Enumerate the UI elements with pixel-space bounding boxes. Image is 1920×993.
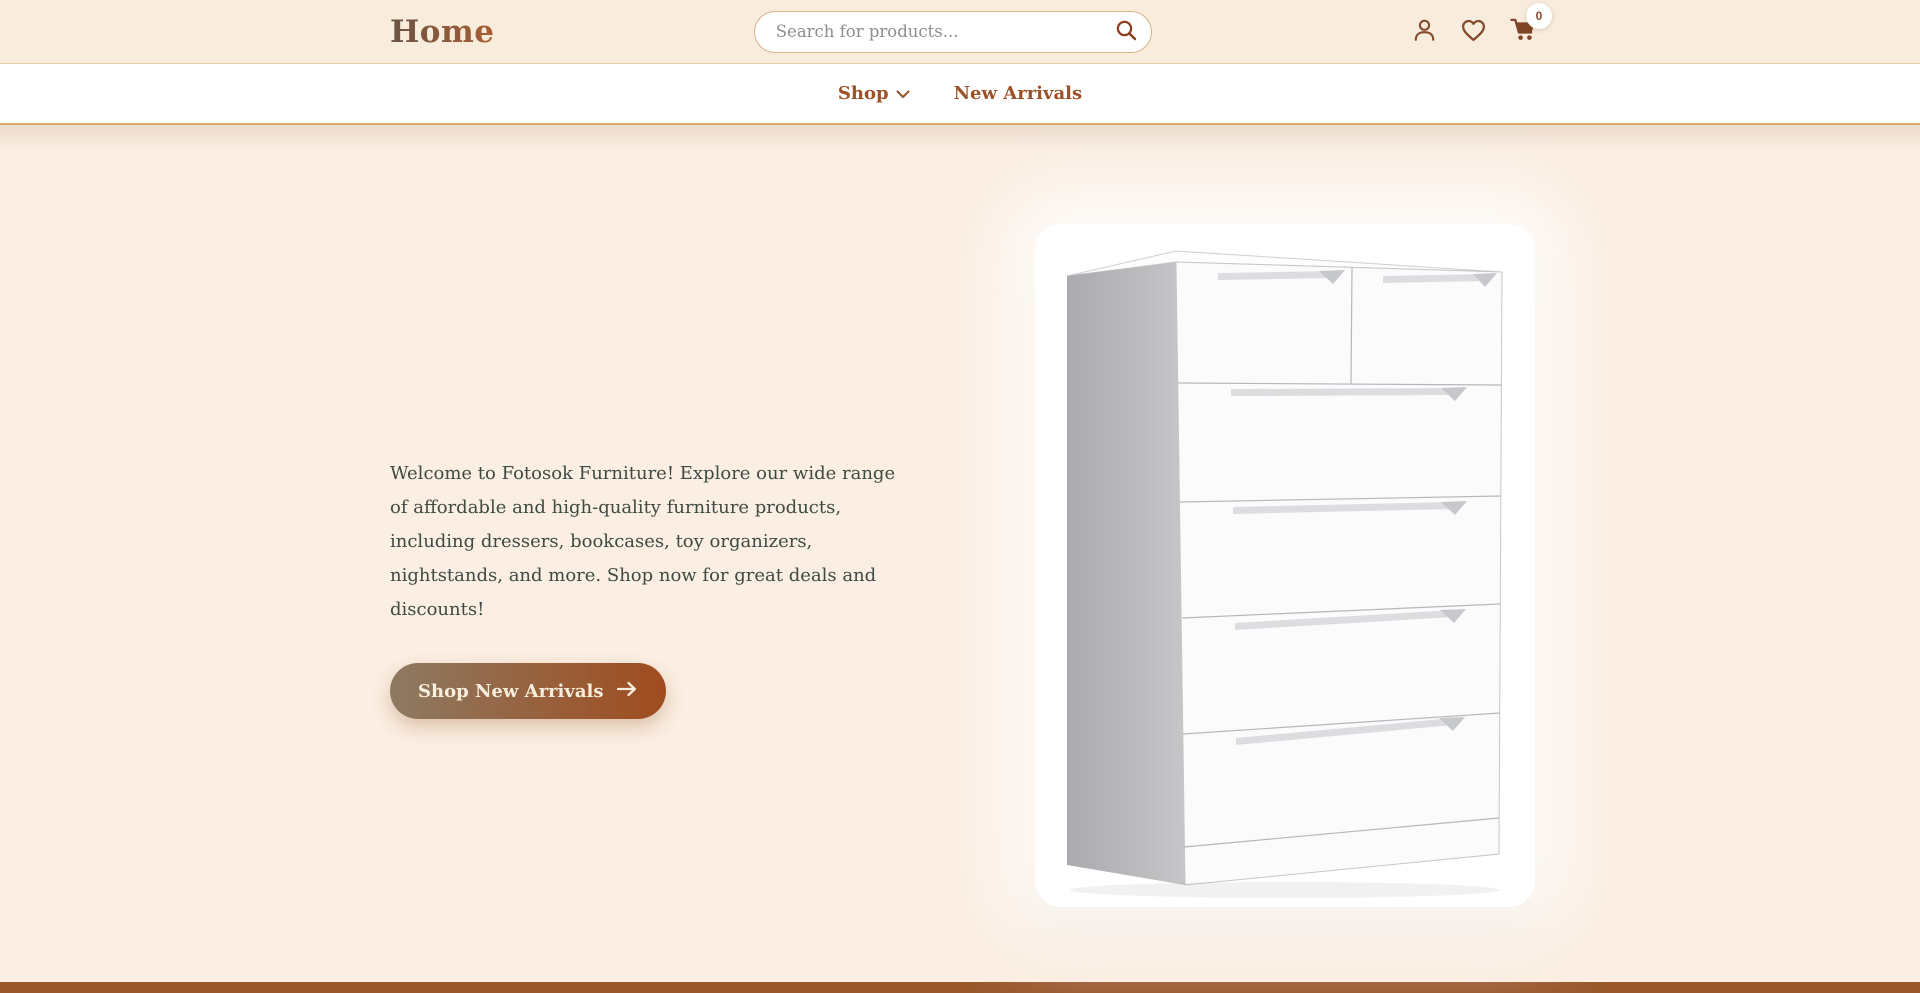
nav-item-new-arrivals[interactable]: New Arrivals — [954, 83, 1083, 104]
hero-description: Welcome to Fotosok Furniture! Explore ou… — [390, 457, 912, 627]
nav-item-shop[interactable]: Shop — [838, 83, 910, 104]
nav-item-label: Shop — [838, 83, 889, 104]
page: Home — [0, 0, 1920, 993]
site-logo[interactable]: Home — [390, 14, 495, 50]
search-button[interactable] — [1115, 19, 1137, 44]
search-input[interactable] — [776, 22, 1115, 41]
main-nav: Shop New Arrivals — [0, 64, 1920, 125]
cart-button[interactable]: 0 — [1509, 16, 1538, 48]
heart-icon — [1460, 17, 1487, 47]
account-button[interactable] — [1411, 17, 1438, 47]
user-icon — [1411, 17, 1438, 47]
search-bar — [754, 11, 1152, 53]
chevron-down-icon — [896, 83, 910, 104]
product-card — [1035, 224, 1535, 907]
nav-item-label: New Arrivals — [954, 83, 1083, 104]
wishlist-button[interactable] — [1460, 17, 1487, 47]
search-icon — [1115, 19, 1137, 44]
footer-strip — [0, 982, 1920, 993]
top-bar: Home — [0, 0, 1920, 64]
hero-section: Welcome to Fotosok Furniture! Explore ou… — [0, 125, 1920, 982]
arrow-right-icon — [616, 681, 638, 702]
cta-label: Shop New Arrivals — [418, 681, 603, 702]
cart-count-badge: 0 — [1526, 3, 1552, 29]
product-image-dresser — [1035, 224, 1535, 907]
hero-text-block: Welcome to Fotosok Furniture! Explore ou… — [390, 457, 912, 719]
search-area — [495, 11, 1412, 53]
shop-new-arrivals-button[interactable]: Shop New Arrivals — [390, 663, 666, 719]
header-icons: 0 — [1411, 16, 1538, 48]
